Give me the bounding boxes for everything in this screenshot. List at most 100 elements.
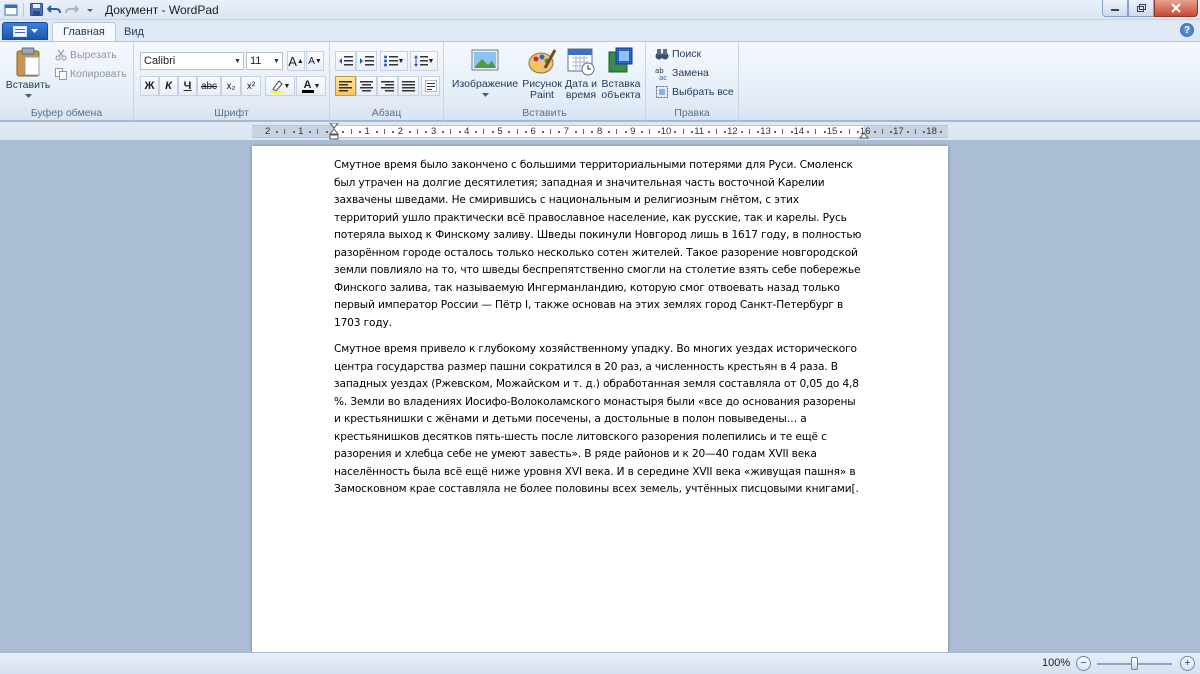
replace-button[interactable]: ab ac Замена	[655, 64, 709, 82]
ruler-number: 5	[497, 126, 503, 137]
customize-qat-icon[interactable]	[81, 1, 99, 19]
text-line: западных уездах (Ржевском, Можайском и т…	[334, 378, 859, 390]
wordpad-app-icon[interactable]	[2, 1, 20, 19]
text-line: первый император России — Пётр I, также …	[334, 299, 844, 311]
increase-indent-button[interactable]	[356, 51, 377, 71]
line-spacing-icon	[413, 55, 428, 67]
ruler-number: 7	[563, 126, 570, 137]
insert-object-label-2: объекта	[601, 89, 641, 101]
date-time-label-2: время	[565, 89, 597, 101]
ruler-tick	[275, 131, 278, 133]
ruler-tick	[773, 131, 776, 133]
select-all-button[interactable]: Выбрать все	[655, 83, 734, 101]
select-all-label: Выбрать все	[672, 86, 734, 98]
paste-label: Вставить	[5, 79, 51, 91]
ruler-number: 9	[630, 126, 636, 137]
zoom-slider-thumb[interactable]	[1131, 657, 1138, 670]
shrink-font-button[interactable]: A ▼	[306, 51, 324, 71]
highlight-color-button[interactable]: ▼	[265, 76, 295, 96]
increase-indent-icon	[359, 56, 374, 66]
ruler-tick	[815, 129, 817, 134]
ruler-tick	[524, 131, 527, 133]
line-spacing-button[interactable]: ▼	[410, 51, 438, 71]
subscript-button[interactable]: x₂	[221, 76, 241, 96]
ruler-tick	[558, 131, 561, 133]
paste-button[interactable]: Вставить	[5, 46, 51, 99]
insert-image-label: Изображение	[451, 78, 519, 90]
insert-group-label: Вставить	[522, 107, 567, 119]
paragraph-settings-button[interactable]	[421, 76, 440, 96]
ruler-number: 1	[298, 126, 304, 137]
italic-button[interactable]: К	[159, 76, 178, 96]
align-right-button[interactable]	[377, 76, 398, 96]
ruler-tick	[607, 131, 610, 133]
document-page[interactable]: Смутное время было закончено с большими …	[252, 146, 948, 652]
font-family-select[interactable]: Calibri ▼	[140, 52, 244, 70]
chevron-down-icon	[481, 93, 489, 97]
underline-button[interactable]: Ч	[178, 76, 197, 96]
zoom-out-button[interactable]: −	[1076, 656, 1091, 671]
ruler-tick	[574, 131, 577, 133]
ruler-tick	[840, 131, 843, 133]
font-color-button[interactable]: A ▼	[296, 76, 326, 96]
bold-button[interactable]: Ж	[140, 76, 159, 96]
text-line: и крестьянишки с жёнами и детьми посечен…	[334, 413, 807, 425]
image-icon	[471, 49, 499, 71]
paragraph-group: ▼ ▼ Абзац	[330, 42, 444, 121]
minimize-button[interactable]	[1102, 0, 1128, 17]
ruler[interactable]: 2 1 1 2 3 4 5 6 7 8 9 10 11 12 13 14 15 16 17 18	[252, 123, 948, 141]
status-bar: 100% − +	[0, 652, 1200, 674]
strikethrough-button[interactable]: abc	[197, 76, 221, 96]
document-area: Смутное время было закончено с большими …	[0, 140, 1200, 652]
font-size-select[interactable]: 11 ▼	[246, 52, 283, 70]
cut-button[interactable]: Вырезать	[55, 46, 117, 64]
ruler-tick	[408, 131, 411, 133]
superscript-button[interactable]: x²	[241, 76, 261, 96]
align-center-icon	[360, 80, 373, 91]
text-line: земли повлияло на то, что шведы беспрепя…	[334, 264, 861, 276]
text-line: 1703 году.	[334, 316, 392, 329]
undo-icon[interactable]	[45, 1, 63, 19]
insert-object-button[interactable]: Вставка объекта	[600, 46, 642, 101]
justify-icon	[402, 80, 415, 91]
ruler-tick	[583, 129, 584, 134]
grow-font-button[interactable]: A ▲	[287, 51, 305, 71]
app-menu-button[interactable]	[2, 22, 48, 40]
tab-view[interactable]: Вид	[114, 22, 154, 41]
save-icon[interactable]	[27, 1, 45, 19]
align-left-button[interactable]	[335, 76, 356, 96]
ruler-number: 12	[727, 126, 738, 137]
tab-home[interactable]: Главная	[52, 22, 116, 41]
bullets-button[interactable]: ▼	[380, 51, 408, 71]
ruler-tick	[782, 129, 784, 134]
text-line: Финского залива, так называемую Ингерман…	[334, 281, 840, 294]
paint-drawing-button[interactable]: Рисунок Paint	[522, 46, 562, 101]
zoom-in-button[interactable]: +	[1180, 656, 1195, 671]
ruler-tick	[342, 131, 345, 133]
decrease-indent-button[interactable]	[335, 51, 356, 71]
ruler-tick	[516, 129, 518, 134]
justify-button[interactable]	[398, 76, 419, 96]
close-button[interactable]	[1154, 0, 1198, 17]
indent-marker-icon[interactable]	[329, 123, 339, 141]
date-time-button[interactable]: Дата и время	[563, 46, 599, 101]
document-text[interactable]: Смутное время было закончено с большими …	[334, 157, 864, 508]
ruler-tick	[740, 131, 743, 133]
copy-button[interactable]: Копировать	[55, 65, 127, 83]
ruler-tick	[724, 131, 727, 133]
find-button[interactable]: Поиск	[655, 45, 701, 63]
redo-icon[interactable]	[63, 1, 81, 19]
maximize-button[interactable]	[1128, 0, 1154, 17]
align-center-button[interactable]	[356, 76, 377, 96]
ruler-tick	[674, 131, 677, 133]
ruler-number: 14	[793, 126, 805, 137]
ruler-bar: 2 1 1 2 3 4 5 6 7 8 9 10 11 12 13 14 15 16 17 18	[0, 122, 1200, 140]
paragraph-icon	[424, 80, 437, 92]
paragraph-2: Смутное время привело к глубокому хозяйс…	[334, 341, 864, 499]
grow-font-label: A	[288, 53, 297, 69]
ruler-tick	[873, 131, 876, 133]
help-icon[interactable]: ?	[1180, 23, 1194, 37]
paste-icon	[16, 47, 40, 77]
insert-image-button[interactable]: Изображение	[450, 46, 520, 98]
paragraph-1: Смутное время было закончено с большими …	[334, 157, 864, 332]
